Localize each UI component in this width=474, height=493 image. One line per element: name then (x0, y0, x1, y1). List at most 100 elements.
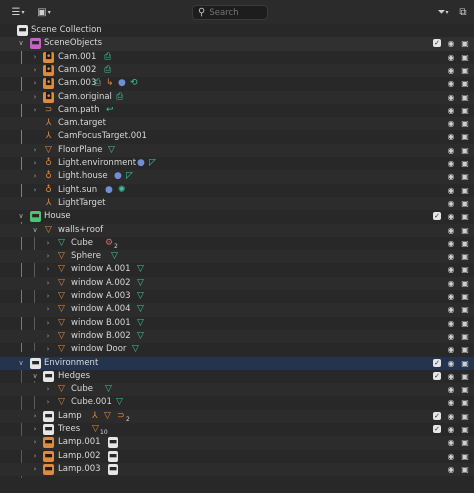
camera-render-icon[interactable]: ▣ (459, 144, 471, 157)
camera-render-icon[interactable]: ▣ (459, 64, 471, 77)
eye-icon[interactable]: ◉ (445, 357, 457, 370)
empty-object-icon[interactable]: ⅄ (92, 411, 98, 422)
expand-arrow-icon[interactable]: › (30, 423, 40, 436)
camera-render-icon[interactable]: ▣ (459, 330, 471, 343)
camera-render-icon[interactable]: ▣ (459, 410, 471, 423)
mesh-object-icon[interactable]: ▽ (104, 411, 111, 422)
expand-arrow-icon[interactable]: › (43, 263, 53, 276)
camera-render-icon[interactable]: ▣ (459, 277, 471, 290)
material-icon[interactable]: ● (105, 185, 113, 196)
eye-icon[interactable]: ◉ (445, 277, 457, 290)
eye-icon[interactable]: ◉ (445, 330, 457, 343)
eye-icon[interactable]: ◉ (445, 410, 457, 423)
tree-row-window-a-004[interactable]: › ▽ window A.004 ▽ ◉ ▣ (0, 303, 474, 317)
expand-arrow-icon[interactable]: › (30, 170, 40, 183)
tree-row-cube-001[interactable]: › ▽ Cube.001 ▽ ◉ ▣ (0, 396, 474, 409)
expand-arrow-icon[interactable]: › (30, 104, 40, 117)
camera-data-icon[interactable]: ⎙ (116, 92, 123, 103)
mesh-data-icon[interactable]: ▽ (116, 397, 123, 408)
camera-render-icon[interactable]: ▣ (459, 130, 471, 143)
eye-icon[interactable]: ◉ (445, 396, 457, 409)
tree-row-window-a-003[interactable]: › ▽ window A.003 ▽ ◉ ▣ (0, 290, 474, 303)
camera-render-icon[interactable]: ▣ (459, 91, 471, 104)
tree-row-lighttarget[interactable]: ⅄ LightTarget ◉ ▣ (0, 196, 474, 211)
tree-row-walls-roof[interactable]: ∨ ▽ walls+roof ◉ ▣ (0, 223, 474, 237)
mesh-data-icon[interactable]: ▽ (111, 251, 118, 262)
camera-data-icon[interactable]: ⎙ (104, 52, 111, 63)
eye-icon[interactable]: ◉ (445, 423, 457, 436)
curve-data-icon[interactable]: ↩ (106, 105, 114, 116)
tree-row-window-a-001[interactable]: › ▽ window A.001 ▽ ◉ ▣ (0, 263, 474, 276)
material-icon[interactable]: ● (118, 78, 126, 89)
search-input[interactable] (209, 7, 266, 18)
tree-row-light-environment[interactable]: › ♁ Light.environment ● ◸ ◉ ▣ (0, 157, 474, 170)
tree-row-cam-target[interactable]: ⅄ Cam.target ◉ ▣ (0, 117, 474, 131)
eye-icon[interactable]: ◉ (445, 290, 457, 303)
mesh-data-icon[interactable]: ▽ (108, 145, 115, 156)
expand-arrow-icon[interactable]: › (30, 64, 40, 77)
expand-arrow-icon[interactable]: › (30, 410, 40, 423)
eye-icon[interactable]: ◉ (445, 117, 457, 130)
eye-icon[interactable]: ◉ (445, 104, 457, 117)
exclude-checkbox[interactable]: ✓ (433, 212, 441, 221)
camera-render-icon[interactable]: ▣ (459, 157, 471, 170)
eye-icon[interactable]: ◉ (445, 250, 457, 263)
expand-arrow-icon[interactable]: › (43, 237, 53, 250)
tree-row-lamp-001[interactable]: › ▬ Lamp.001 ▬ ◉ ▣ (0, 436, 474, 450)
eye-icon[interactable]: ◉ (445, 450, 457, 463)
eye-icon[interactable]: ◉ (445, 317, 457, 330)
collection-icon[interactable]: ▬ (108, 437, 118, 449)
eye-icon[interactable]: ◉ (445, 144, 457, 157)
expand-arrow-icon[interactable]: › (43, 290, 53, 303)
tree-row-window-a-002[interactable]: › ▽ window A.002 ▽ ◉ ▣ (0, 276, 474, 290)
expand-arrow-icon[interactable]: › (43, 317, 53, 330)
material-icon[interactable]: ● (137, 158, 145, 169)
filter-dropdown[interactable]: ⏷ ▾ (434, 4, 452, 20)
exclude-checkbox[interactable]: ✓ (433, 425, 441, 433)
sun-light-data-icon[interactable]: ✺ (118, 185, 126, 196)
camera-render-icon[interactable]: ▣ (459, 263, 471, 276)
eye-icon[interactable]: ◉ (445, 197, 457, 210)
tree-row-cam-002[interactable]: › ◘ Cam.002 ⎙ ◉ ▣ (0, 63, 474, 78)
camera-render-icon[interactable]: ▣ (459, 210, 471, 223)
display-mode-dropdown[interactable]: ☰ ▾ (8, 4, 28, 20)
mesh-data-icon[interactable]: ▽ (137, 304, 144, 315)
expand-arrow-icon[interactable]: › (30, 157, 40, 170)
expand-arrow-icon[interactable]: › (30, 91, 40, 104)
expand-arrow-icon[interactable]: › (43, 343, 53, 356)
eye-icon[interactable]: ◉ (445, 130, 457, 143)
expand-arrow-icon[interactable]: › (30, 463, 40, 476)
eye-icon[interactable]: ◉ (445, 91, 457, 104)
exclude-checkbox[interactable]: ✓ (433, 39, 441, 48)
collection-icon[interactable]: ▬ (108, 463, 118, 475)
eye-icon[interactable]: ◉ (445, 170, 457, 183)
eye-icon[interactable]: ◉ (445, 184, 457, 197)
camera-render-icon[interactable]: ▣ (459, 463, 471, 476)
expand-arrow-icon[interactable]: › (43, 303, 53, 316)
tree-row-lamp[interactable]: › ▬ Lamp ⅄ ▽ ⊃ 2 ✓ ◉ ▣ (0, 409, 474, 423)
expand-arrow-icon[interactable]: › (43, 330, 53, 343)
camera-render-icon[interactable]: ▣ (459, 117, 471, 130)
eye-icon[interactable]: ◉ (445, 343, 457, 356)
tree-row-light-house[interactable]: › ♁ Light.house ● ◸ ◉ ▣ (0, 170, 474, 184)
tree-row-cam-003[interactable]: › ◘ Cam.003 ⎙ ↳ ● ⟲ ◉ ▣ (0, 77, 474, 90)
camera-render-icon[interactable]: ▣ (459, 237, 471, 250)
tree-row-environment[interactable]: ∨ ▬ Environment ✓ ◉ ▣ (0, 356, 474, 370)
exclude-checkbox[interactable]: ✓ (433, 358, 441, 367)
camera-render-icon[interactable]: ▣ (459, 184, 471, 197)
camera-render-icon[interactable]: ▣ (459, 423, 471, 436)
camera-render-icon[interactable]: ▣ (459, 77, 471, 90)
new-collection-button[interactable]: ⧉ (456, 4, 470, 20)
camera-data-icon[interactable]: ⎙ (94, 78, 101, 89)
camera-render-icon[interactable]: ▣ (459, 317, 471, 330)
eye-icon[interactable]: ◉ (445, 224, 457, 237)
collection-icon[interactable]: ▬ (108, 450, 118, 462)
material-icon[interactable]: ● (114, 171, 122, 182)
camera-render-icon[interactable]: ▣ (459, 224, 471, 237)
tree-row-cam-001[interactable]: › ◘ Cam.001 ⎙ ◉ ▣ (0, 51, 474, 64)
mesh-data-icon[interactable]: ▽ (137, 331, 144, 342)
camera-render-icon[interactable]: ▣ (459, 343, 471, 356)
expand-arrow-icon[interactable]: › (43, 396, 53, 409)
tree-row-floorplane[interactable]: › ▽ FloorPlane ▽ ◉ ▣ (0, 143, 474, 157)
camera-render-icon[interactable]: ▣ (459, 51, 471, 64)
